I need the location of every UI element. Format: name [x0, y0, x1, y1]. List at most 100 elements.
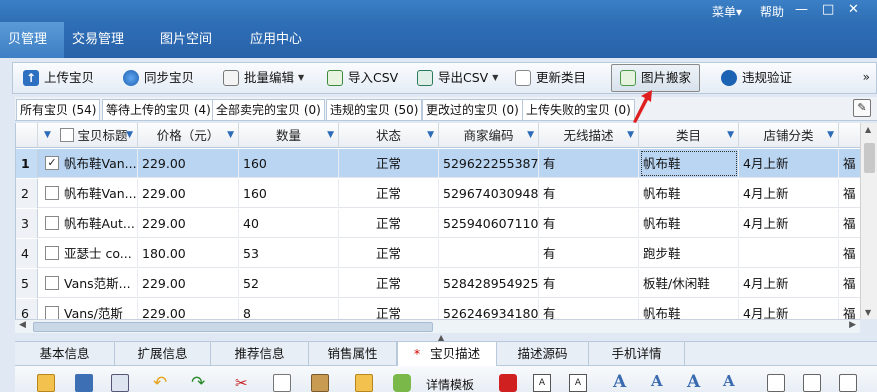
scroll-up-icon[interactable]: ▲	[865, 125, 871, 134]
violation-check-button[interactable]: 违规验证	[721, 66, 792, 90]
shop-category-cell[interactable]: 4月上新	[739, 269, 839, 298]
status-cell[interactable]: 正常	[339, 239, 439, 268]
item-title-cell[interactable]: Vans范斯...	[38, 269, 138, 298]
extra-cell[interactable]: 福	[839, 179, 860, 208]
category-cell[interactable]: 帆布鞋	[639, 149, 739, 178]
quantity-cell[interactable]: 8	[239, 299, 339, 319]
status-cell[interactable]: 正常	[339, 209, 439, 238]
tab-basic-info[interactable]: 基本信息	[15, 342, 115, 366]
font-italic-icon[interactable]: A	[723, 372, 735, 390]
extra-cell[interactable]: 福	[839, 299, 860, 319]
shop-category-cell[interactable]: 4月上新	[739, 149, 839, 178]
tab-description-source[interactable]: 描述源码	[497, 342, 589, 366]
filter-tab-changed[interactable]: 更改过的宝贝 (0)	[422, 99, 523, 120]
category-cell[interactable]: 帆布鞋	[639, 209, 739, 238]
price-cell[interactable]: 229.00	[138, 209, 239, 238]
tab-app-center[interactable]: 应用中心	[236, 22, 316, 58]
price-cell[interactable]: 180.00	[138, 239, 239, 268]
font-bold-icon[interactable]: A	[687, 372, 700, 392]
wireless-desc-cell[interactable]: 有	[539, 179, 639, 208]
wireless-desc-cell[interactable]: 有	[539, 209, 639, 238]
filter-icon[interactable]: ▼	[427, 123, 434, 148]
sort-icon[interactable]: ▼	[44, 123, 51, 148]
font-bg-icon[interactable]: A	[569, 374, 587, 392]
table-row[interactable]: 3 帆布鞋Aut... 229.00 40 正常 525940607110 有 …	[16, 209, 860, 238]
extra-cell[interactable]: 福	[839, 239, 860, 268]
column-header-category[interactable]: 类目 ▼	[639, 123, 739, 148]
table-row[interactable]: 4 亚瑟士 co... 180.00 53 正常 有 跑步鞋 福	[16, 239, 860, 268]
column-header-quantity[interactable]: 数量 ▼	[239, 123, 339, 148]
category-cell[interactable]: 跑步鞋	[639, 239, 739, 268]
tab-sales-attributes[interactable]: 销售属性	[309, 342, 397, 366]
more-icon[interactable]: »	[863, 70, 870, 84]
price-cell[interactable]: 229.00	[138, 179, 239, 208]
detail-template-button[interactable]: 详情模板	[426, 376, 474, 392]
tab-item-description[interactable]: * 宝贝描述	[397, 342, 497, 366]
align-center-icon[interactable]	[803, 374, 821, 392]
font-large-icon[interactable]: A	[613, 372, 626, 392]
scroll-right-icon[interactable]: ▶	[849, 320, 856, 330]
undo-icon[interactable]: ↶	[153, 374, 171, 392]
status-cell[interactable]: 正常	[339, 269, 439, 298]
tab-extended-info[interactable]: 扩展信息	[115, 342, 211, 366]
font-color-icon[interactable]: A	[533, 374, 551, 392]
paste-icon[interactable]	[311, 374, 329, 392]
extra-cell[interactable]: 福	[839, 269, 860, 298]
row-checkbox[interactable]	[45, 186, 59, 200]
font-medium-icon[interactable]: A	[651, 372, 663, 390]
filter-icon[interactable]: ▼	[527, 123, 534, 148]
export-csv-button[interactable]: 导出CSV ▼	[417, 66, 498, 90]
copy-icon[interactable]	[273, 374, 291, 392]
tab-mobile-details[interactable]: 手机详情	[589, 342, 685, 366]
quantity-cell[interactable]: 40	[239, 209, 339, 238]
tab-recommend-info[interactable]: 推荐信息	[211, 342, 309, 366]
insert-folder-icon[interactable]	[355, 374, 373, 392]
filter-icon[interactable]: ▼	[627, 123, 634, 148]
column-header-shop-category[interactable]: 店铺分类 ▼	[739, 123, 839, 148]
merchant-code-cell[interactable]: 528428954925	[439, 269, 539, 298]
status-cell[interactable]: 正常	[339, 149, 439, 178]
quantity-cell[interactable]: 160	[239, 149, 339, 178]
extra-cell[interactable]: 福	[839, 149, 860, 178]
column-header-merchant-code[interactable]: 商家编码 ▼	[439, 123, 539, 148]
column-header-status[interactable]: 状态 ▼	[339, 123, 439, 148]
filter-tab-pending[interactable]: 等待上传的宝贝 (4)	[102, 99, 215, 120]
batch-edit-button[interactable]: 批量编辑 ▼	[223, 66, 304, 90]
scroll-down-icon[interactable]: ▼	[865, 308, 871, 317]
vertical-scroll-thumb[interactable]	[864, 143, 875, 173]
filter-tab-all[interactable]: 所有宝贝 (54)	[16, 99, 101, 120]
merchant-code-cell[interactable]: 529622255387	[439, 149, 539, 178]
shop-category-cell[interactable]: 4月上新	[739, 299, 839, 319]
shop-category-cell[interactable]	[739, 239, 839, 268]
table-row[interactable]: 2 帆布鞋Van... 229.00 160 正常 529674030948 有…	[16, 179, 860, 208]
row-checkbox[interactable]	[45, 216, 59, 230]
category-cell[interactable]: 帆布鞋	[639, 299, 739, 319]
save-icon[interactable]	[75, 374, 93, 392]
price-cell[interactable]: 229.00	[138, 269, 239, 298]
filter-icon[interactable]: ▼	[727, 123, 734, 148]
close-icon[interactable]: ✕	[848, 2, 859, 17]
minimize-icon[interactable]: —	[795, 2, 808, 17]
wireless-desc-cell[interactable]: 有	[539, 299, 639, 319]
wireless-desc-cell[interactable]: 有	[539, 269, 639, 298]
merchant-code-cell[interactable]: 529674030948	[439, 179, 539, 208]
merchant-code-cell[interactable]	[439, 239, 539, 268]
panel-splitter[interactable]: ▲	[0, 333, 877, 342]
merchant-code-cell[interactable]: 525940607110	[439, 209, 539, 238]
open-folder-icon[interactable]	[37, 374, 55, 392]
row-checkbox[interactable]: ✓	[45, 156, 59, 170]
template-icon[interactable]	[393, 374, 411, 392]
chevron-down-icon[interactable]: ▼	[492, 66, 498, 90]
filter-tab-sold-out[interactable]: 全部卖完的宝贝 (0)	[212, 99, 325, 120]
item-title-cell[interactable]: 帆布鞋Aut...	[38, 209, 138, 238]
column-header-wireless-desc[interactable]: 无线描述 ▼	[539, 123, 639, 148]
tab-image-space[interactable]: 图片空间	[146, 22, 226, 58]
column-header-title[interactable]: ▼ 宝贝标题 ▼	[38, 123, 138, 148]
item-title-cell[interactable]: 帆布鞋Van...	[38, 179, 138, 208]
tab-item-management[interactable]: 贝管理	[0, 22, 64, 58]
edit-icon[interactable]: ✎	[853, 99, 871, 117]
table-row[interactable]: 6 Vans/范斯 229.00 8 正常 526246934180 有 帆布鞋…	[16, 299, 860, 319]
redo-icon[interactable]: ↷	[191, 374, 209, 392]
item-title-cell[interactable]: 亚瑟士 co...	[38, 239, 138, 268]
filter-tab-violation[interactable]: 违规的宝贝 (50)	[326, 99, 423, 120]
